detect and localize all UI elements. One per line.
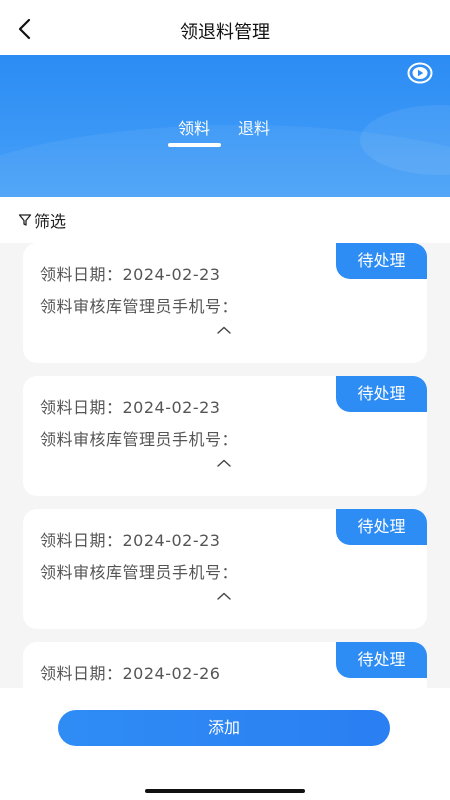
- nav-bar: 领退料管理: [0, 0, 450, 55]
- add-button[interactable]: 添加: [58, 710, 390, 746]
- status-badge: 待处理: [336, 376, 427, 412]
- record-card[interactable]: 待处理 领料日期：2024-02-23 领料审核库管理员手机号：: [23, 376, 427, 496]
- tab-receive[interactable]: 领料: [178, 115, 210, 139]
- active-tab-indicator: [168, 143, 221, 147]
- record-date: 领料日期：2024-02-23: [40, 265, 221, 284]
- record-card[interactable]: 待处理 领料日期：2024-02-26: [23, 642, 427, 688]
- screen: 领退料管理 领料 退料 筛选 待处理 领料日期：2024-02-23 领料审核库…: [0, 0, 450, 800]
- record-date: 领料日期：2024-02-26: [40, 664, 221, 683]
- record-list[interactable]: 待处理 领料日期：2024-02-23 领料审核库管理员手机号： 待处理 领料日…: [0, 243, 450, 688]
- chevron-up-icon[interactable]: [216, 458, 232, 468]
- play-circle-icon: [407, 62, 433, 84]
- header-banner: 领料 退料: [0, 55, 450, 197]
- record-date: 领料日期：2024-02-23: [40, 398, 221, 417]
- chevron-up-icon[interactable]: [216, 591, 232, 601]
- bottom-bar: 添加: [0, 688, 450, 800]
- filter-button[interactable]: 筛选: [18, 210, 67, 231]
- status-badge: 待处理: [336, 509, 427, 545]
- filter-label: 筛选: [34, 212, 67, 231]
- status-badge: 待处理: [336, 243, 427, 279]
- tab-return[interactable]: 退料: [238, 115, 270, 139]
- filter-bar: 筛选: [0, 197, 450, 243]
- record-approver-phone: 领料审核库管理员手机号：: [40, 430, 239, 449]
- filter-icon: [18, 214, 32, 226]
- status-badge: 待处理: [336, 642, 427, 678]
- video-button[interactable]: [407, 62, 433, 84]
- tab-bar: 领料 退料: [0, 115, 450, 155]
- chevron-up-icon[interactable]: [216, 325, 232, 335]
- record-approver-phone: 领料审核库管理员手机号：: [40, 297, 239, 316]
- record-approver-phone: 领料审核库管理员手机号：: [40, 563, 239, 582]
- home-indicator: [145, 789, 305, 793]
- record-date: 领料日期：2024-02-23: [40, 531, 221, 550]
- record-card[interactable]: 待处理 领料日期：2024-02-23 领料审核库管理员手机号：: [23, 509, 427, 629]
- record-card[interactable]: 待处理 领料日期：2024-02-23 领料审核库管理员手机号：: [23, 243, 427, 363]
